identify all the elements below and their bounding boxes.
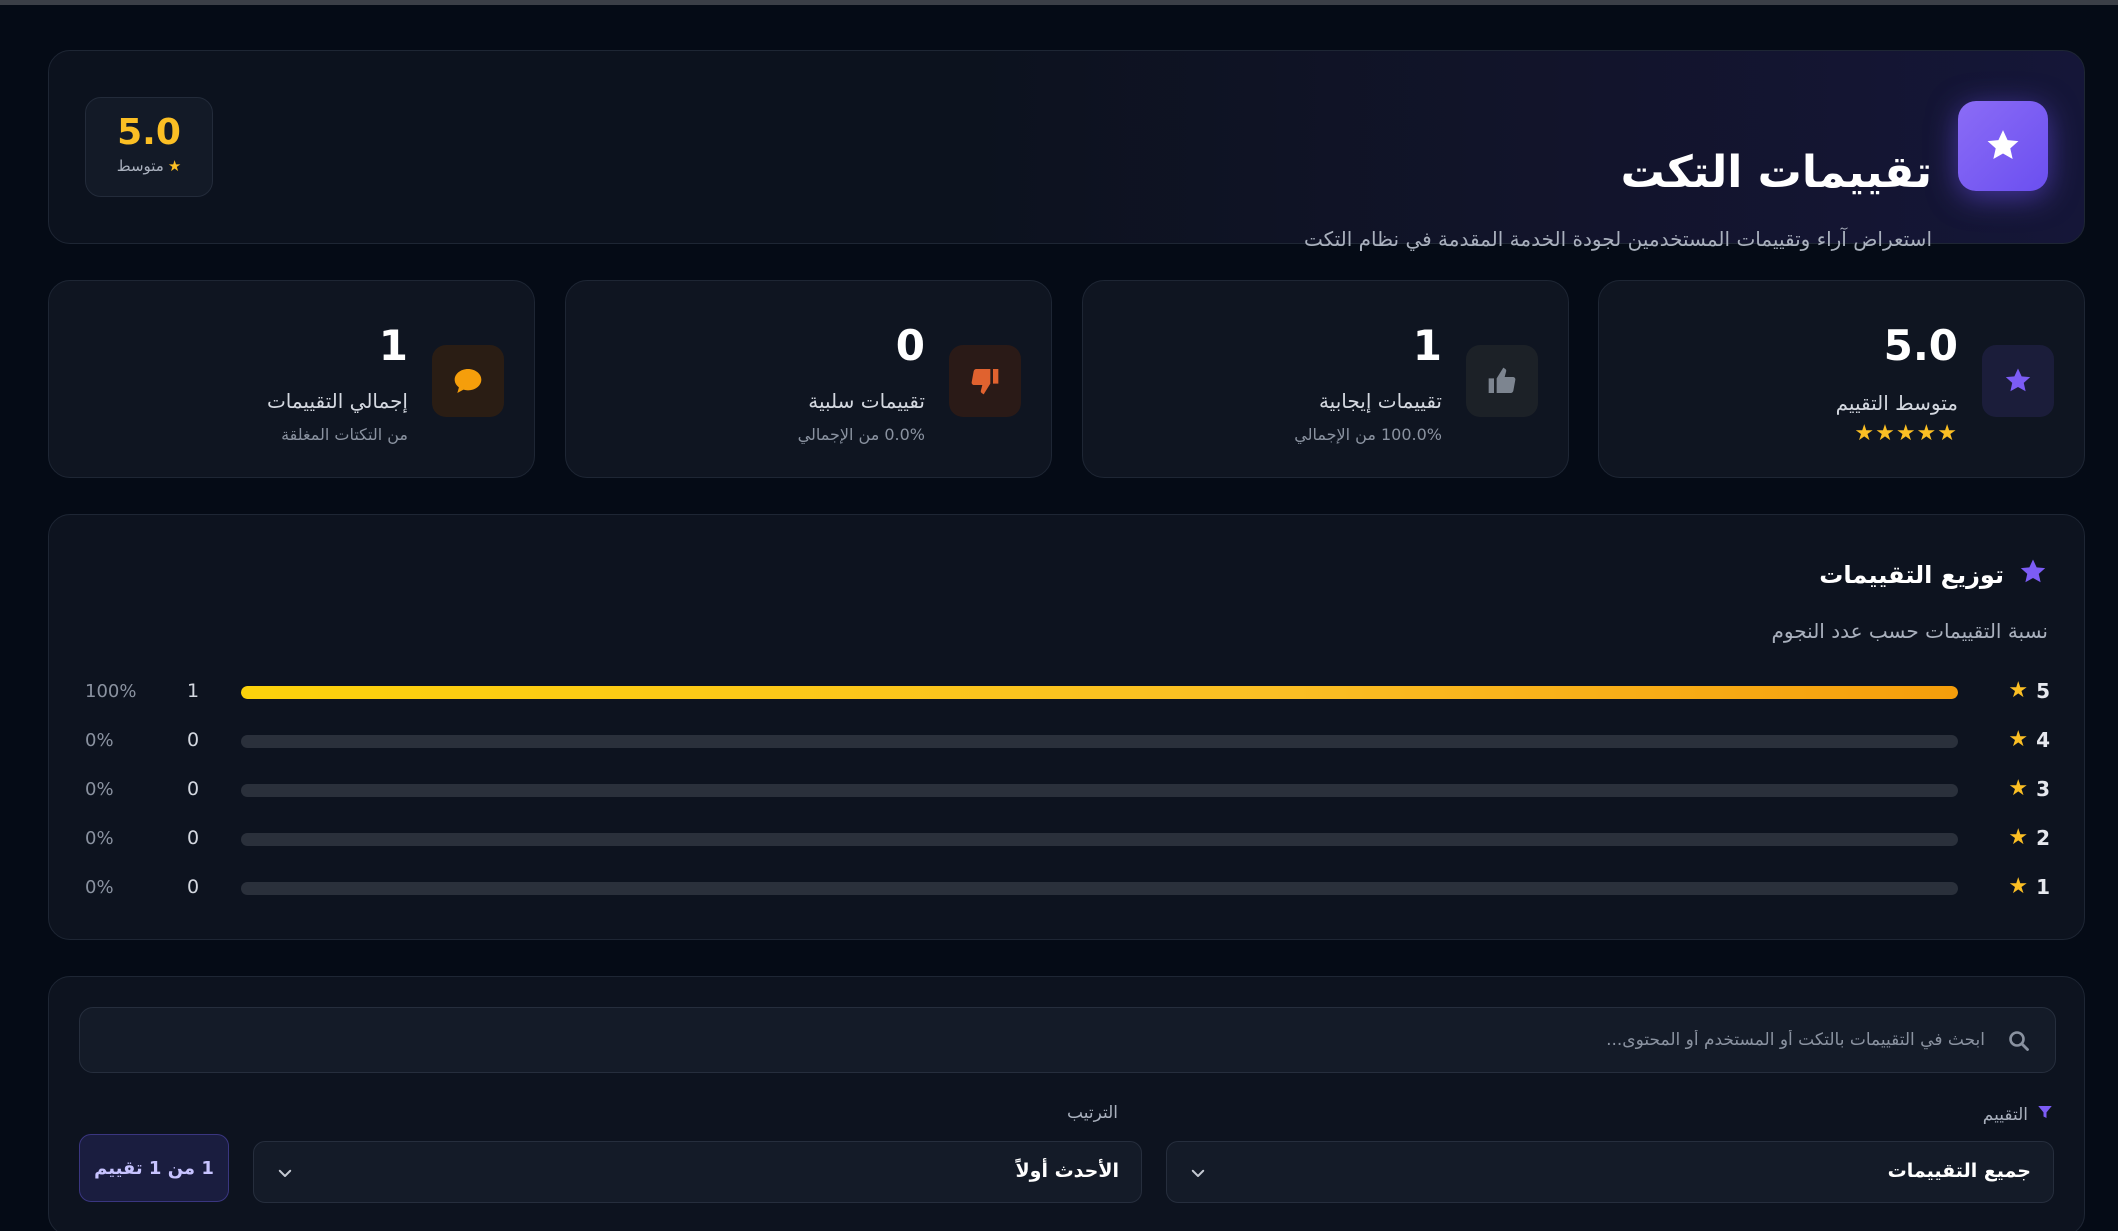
average-badge-value: 5.0 [117,112,181,153]
stat-label: تقييمات إيجابية [1318,389,1442,413]
rating-filter-select[interactable]: جميع التقييمات [1166,1141,2054,1203]
distribution-row: 0% 0 ★ 1 [49,873,2086,903]
thumbs-up-icon [1466,345,1538,417]
star-icon: ★ [2008,727,2029,752]
sort-label: الترتيب [1067,1103,1118,1123]
star-icon [1958,101,2048,191]
row-percent: 0% [85,779,114,800]
stat-sub: من التكتات المغلقة [281,425,408,444]
star-icon: ★ [2008,825,2029,850]
distribution-title: توزيع التقييمات [1819,557,2048,593]
row-count: 0 [187,827,200,849]
row-count: 0 [187,778,200,800]
row-percent: 0% [85,828,114,849]
distribution-row: 0% 0 ★ 3 [49,775,2086,805]
star-icon: ★ [2008,874,2029,899]
row-star-label: ★ 1 [2008,874,2050,899]
row-star-label: ★ 3 [2008,776,2050,801]
search-input[interactable] [80,1008,2055,1072]
row-count: 0 [187,876,200,898]
distribution-subtitle: نسبة التقييمات حسب عدد النجوم [1771,619,2048,643]
rating-filter-label: التقييم [1983,1103,2054,1126]
chevron-down-icon [276,1164,294,1186]
stat-sub: 0.0% من الإجمالي [797,425,925,444]
thumbs-down-icon [949,345,1021,417]
filters-panel: التقييم الترتيب جميع التقييمات الأحدث أو… [48,976,2085,1231]
row-count: 1 [187,680,200,702]
rating-distribution: توزيع التقييمات نسبة التقييمات حسب عدد ا… [48,514,2085,940]
progress-track [241,735,1958,748]
star-icon [1982,345,2054,417]
progress-track [241,686,1958,699]
results-count-button[interactable]: 1 من 1 تقييم [79,1134,229,1202]
stat-label: تقييمات سلبية [808,389,925,413]
stat-value: 0 [895,321,925,370]
row-percent: 0% [85,730,114,751]
row-count: 0 [187,729,200,751]
page-header: تقييمات التكت استعراض آراء وتقييمات المس… [48,50,2085,251]
distribution-row: 0% 0 ★ 4 [49,726,2086,756]
progress-fill [241,686,1958,699]
stat-card-total: 1 إجمالي التقييمات من التكتات المغلقة [48,280,535,478]
rating-stars: ★★★★★ [1854,421,1958,446]
rating-filter-value: جميع التقييمات [1887,1160,2031,1182]
search-box [79,1007,2056,1073]
filter-icon [2036,1103,2054,1126]
sort-value: الأحدث أولاً [1015,1160,1119,1182]
star-icon: ★ [2008,776,2029,801]
sort-select[interactable]: الأحدث أولاً [253,1141,1142,1203]
stat-value: 5.0 [1883,321,1958,370]
stat-value: 1 [1412,321,1442,370]
row-star-label: ★ 2 [2008,825,2050,850]
page-title: تقييمات التكت [1620,147,1932,198]
progress-track [241,882,1958,895]
row-percent: 100% [85,681,137,702]
stat-label: متوسط التقييم [1835,391,1958,415]
chevron-down-icon [1189,1164,1207,1186]
chat-bubble-icon [432,345,504,417]
stat-value: 1 [378,321,408,370]
progress-track [241,784,1958,797]
stat-label: إجمالي التقييمات [266,389,408,413]
row-percent: 0% [85,877,114,898]
row-star-label: ★ 5 [2008,678,2050,703]
progress-track [241,833,1958,846]
star-icon: ★ [2008,678,2029,703]
window-top-border [0,0,2118,5]
search-icon [2007,1029,2031,1057]
small-star-icon: ★ [167,157,182,175]
page-subtitle: استعراض آراء وتقييمات المستخدمين لجودة ا… [1303,227,1932,251]
distribution-row: 100% 1 ★ 5 [49,677,2086,707]
stat-card-average: 5.0 متوسط التقييم ★★★★★ [1598,280,2085,478]
distribution-row: 0% 0 ★ 2 [49,824,2086,854]
star-icon [2018,557,2048,593]
row-star-label: ★ 4 [2008,727,2050,752]
average-badge: 5.0 ★متوسط [85,97,213,197]
stat-card-negative: 0 تقييمات سلبية 0.0% من الإجمالي [565,280,1052,478]
stat-card-positive: 1 تقييمات إيجابية 100.0% من الإجمالي [1082,280,1569,478]
average-badge-label: ★متوسط [116,157,182,175]
stat-sub: 100.0% من الإجمالي [1294,425,1442,444]
